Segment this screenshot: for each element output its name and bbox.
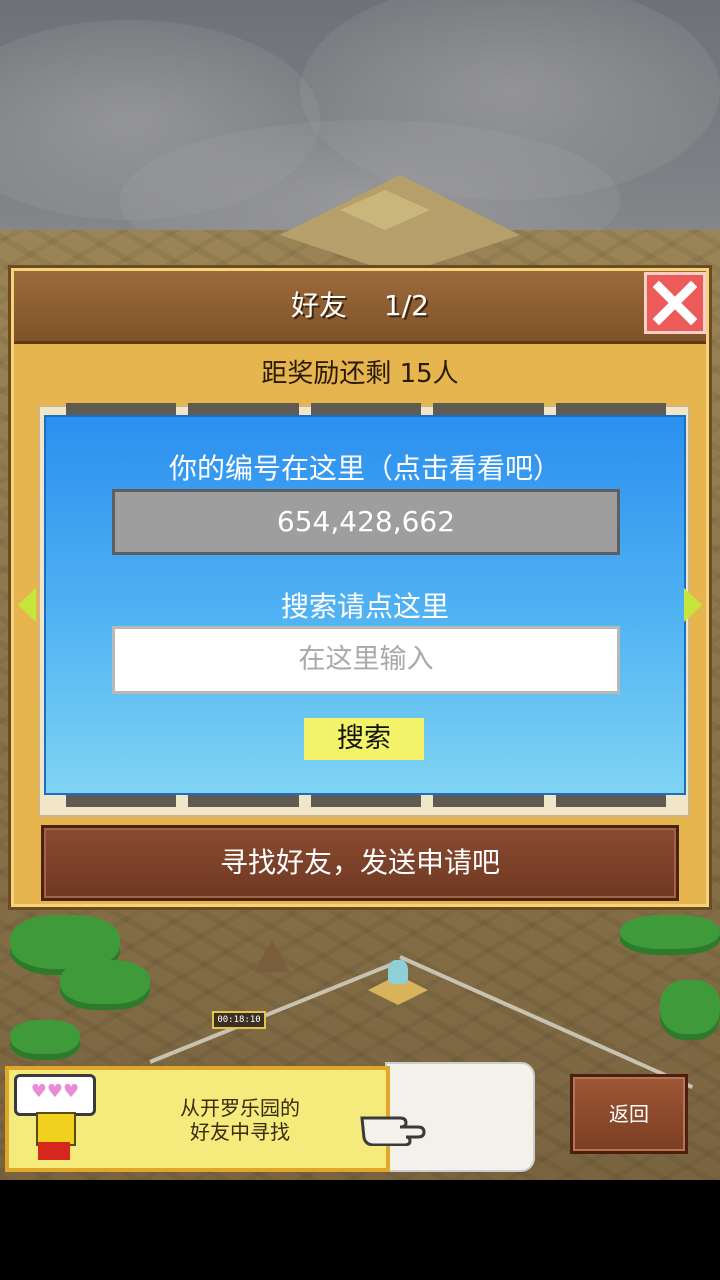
robot-avatar-icon: ♥♥♥	[14, 1072, 96, 1160]
friends-dialog: 好友 1/2 距奖励还剩 15人 你的编号在这里（点击看看吧） 654,428,…	[8, 265, 712, 910]
reward-countdown-text: 距奖励还剩 15人	[261, 359, 459, 389]
back-button[interactable]: 返回	[570, 1074, 688, 1154]
close-icon	[653, 281, 697, 325]
id-search-panel: 你的编号在这里（点击看看吧） 654,428,662 搜索请点这里 在这里输入 …	[44, 415, 686, 795]
slot	[433, 795, 544, 807]
search-button[interactable]: 搜索	[304, 718, 424, 760]
slot	[66, 403, 177, 415]
right-arrow-icon[interactable]	[684, 588, 702, 622]
statue	[388, 960, 408, 984]
dialog-title: 好友 1/2	[291, 289, 429, 322]
left-arrow-icon[interactable]	[18, 588, 36, 622]
pointing-hand-icon	[360, 1116, 426, 1146]
search-label: 搜索请点这里	[280, 590, 449, 623]
id-search-frame: 你的编号在这里（点击看看吧） 654,428,662 搜索请点这里 在这里输入 …	[38, 403, 690, 817]
friend-card-text: 从开罗乐园的 好友中寻找	[140, 1096, 340, 1144]
grass-patch	[620, 915, 720, 955]
slot-row-top	[66, 403, 667, 415]
grass-patch	[60, 960, 150, 1010]
slot	[188, 795, 299, 807]
grass-patch	[660, 980, 720, 1040]
search-input[interactable]: 在这里输入	[112, 626, 620, 694]
slot	[310, 795, 422, 807]
dialog-title-bar: 好友 1/2	[14, 271, 706, 344]
grass-patch	[10, 1020, 80, 1060]
find-friends-button[interactable]: 寻找好友，发送申请吧	[41, 825, 679, 901]
player-id-label: 你的编号在这里（点击看看吧）	[168, 452, 561, 485]
slot	[188, 403, 299, 415]
robot-head	[36, 1112, 76, 1146]
slot	[66, 795, 177, 807]
slot-row-bottom	[66, 795, 667, 807]
slot	[555, 795, 667, 807]
player-id-display[interactable]: 654,428,662	[112, 489, 620, 555]
friend-card-line1: 从开罗乐园的	[180, 1096, 300, 1120]
heart-bubble-icon: ♥♥♥	[14, 1074, 96, 1116]
slot	[555, 403, 667, 415]
robot-body	[38, 1142, 70, 1160]
build-timer: 00:18:10	[212, 1011, 266, 1029]
friend-card-line2: 好友中寻找	[190, 1120, 290, 1144]
close-button[interactable]	[644, 272, 706, 334]
slot	[310, 403, 422, 415]
slot	[433, 403, 544, 415]
